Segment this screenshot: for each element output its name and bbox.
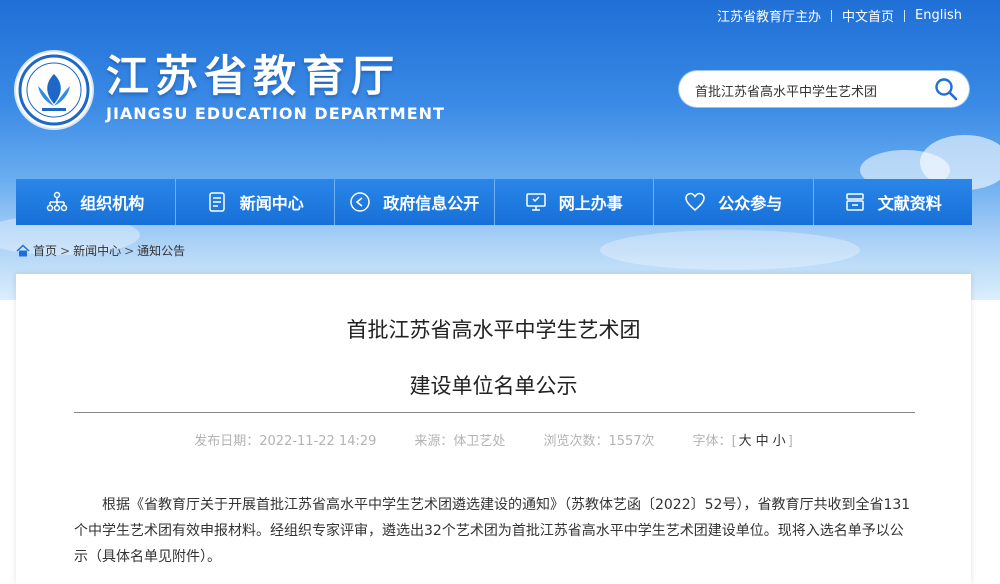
- nav-label: 政府信息公开: [383, 194, 480, 213]
- play-circle-icon: [350, 192, 370, 212]
- org-chart-icon: [46, 191, 68, 212]
- nav-item-documents[interactable]: 文献资料: [813, 179, 972, 225]
- publish-date: 2022-11-22 14:29: [259, 434, 377, 449]
- source-label: 来源：: [414, 434, 454, 449]
- heart-icon: [685, 192, 705, 211]
- english-link[interactable]: English: [915, 8, 962, 23]
- article-title-line2: 建设单位名单公示: [409, 374, 578, 398]
- article-meta: 发布日期：2022-11-22 14:29 来源：体卫艺处 浏览次数：1557次 字体…: [16, 430, 971, 449]
- nav-item-online-service[interactable]: 网上办事: [494, 179, 654, 225]
- breadcrumb-notices[interactable]: 通知公告: [137, 242, 185, 259]
- monitor-icon: [525, 193, 546, 211]
- views-count: 1557次: [608, 434, 655, 449]
- search-input[interactable]: [693, 78, 927, 102]
- search-bar: [679, 71, 969, 107]
- site-title: 江苏省教育厅: [106, 52, 400, 102]
- views-label: 浏览次数：: [543, 434, 609, 449]
- search-icon[interactable]: [933, 76, 959, 102]
- title-divider: [74, 412, 915, 413]
- nav-item-organization[interactable]: 组织机构: [16, 179, 176, 225]
- nav-label: 新闻中心: [239, 194, 304, 213]
- breadcrumb-home[interactable]: 首页: [33, 242, 57, 259]
- article-title-line1: 首批江苏省高水平中学生艺术团: [346, 318, 641, 342]
- cloud-decoration: [600, 230, 860, 270]
- home-cn-link[interactable]: 中文首页: [842, 6, 894, 25]
- nav-label: 网上办事: [558, 194, 623, 213]
- nav-label: 组织机构: [80, 194, 145, 213]
- sponsor-link[interactable]: 江苏省教育厅主办: [717, 6, 821, 25]
- document-list-icon: [208, 192, 225, 212]
- nav-label: 文献资料: [877, 194, 942, 213]
- article-paragraph: 根据《省教育厅关于开展首批江苏省高水平中学生艺术团遴选建设的通知》（苏教体艺函〔…: [74, 497, 911, 565]
- top-links: 江苏省教育厅主办 中文首页 English: [717, 6, 962, 25]
- breadcrumb-separator: >: [124, 243, 135, 258]
- breadcrumb: 首页 > 新闻中心 > 通知公告: [16, 242, 185, 259]
- archive-icon: [845, 193, 864, 211]
- article-panel: 首批江苏省高水平中学生艺术团 建设单位名单公示 发布日期：2022-11-22 …: [16, 274, 971, 584]
- font-size-switcher: [大中小]: [731, 434, 793, 449]
- publish-date-label: 发布日期：: [194, 434, 260, 449]
- divider: [831, 9, 833, 22]
- nav-item-gov-info[interactable]: 政府信息公开: [335, 179, 495, 225]
- divider: [904, 9, 906, 22]
- font-size-label: 字体：: [692, 434, 732, 449]
- source-value: 体卫艺处: [453, 434, 506, 449]
- home-icon: [16, 243, 30, 256]
- site-subtitle: JIANGSU EDUCATION DEPARTMENT: [106, 104, 445, 123]
- font-size-large[interactable]: 大: [739, 434, 752, 449]
- nav-label: 公众参与: [718, 194, 783, 213]
- font-size-medium[interactable]: 中: [756, 434, 769, 449]
- department-emblem-icon[interactable]: [16, 52, 92, 128]
- nav-item-news[interactable]: 新闻中心: [175, 179, 335, 225]
- breadcrumb-separator: >: [60, 243, 71, 258]
- main-nav: 组织机构 新闻中心 政府信息公开 网上办事 公众参与 文献资料: [16, 179, 972, 225]
- breadcrumb-news[interactable]: 新闻中心: [73, 242, 121, 259]
- font-size-small[interactable]: 小: [773, 434, 786, 449]
- nav-item-public-participation[interactable]: 公众参与: [654, 179, 814, 225]
